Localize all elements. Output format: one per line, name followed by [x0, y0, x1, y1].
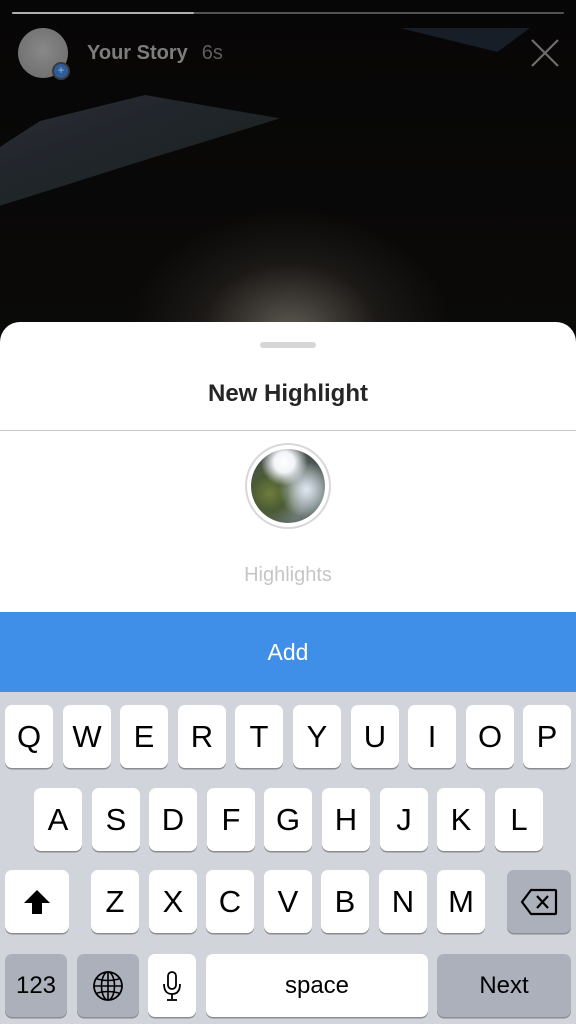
key-z[interactable]: Z: [91, 870, 139, 933]
key-t[interactable]: T: [235, 705, 283, 768]
microphone-icon: [163, 970, 181, 1001]
key-k[interactable]: K: [437, 788, 485, 851]
sheet-title: New Highlight: [208, 380, 368, 407]
space-key[interactable]: space: [206, 954, 428, 1017]
highlight-name-input[interactable]: [138, 560, 438, 590]
key-x[interactable]: X: [149, 870, 197, 933]
story-photo-detail: [400, 28, 530, 52]
sheet-grabber-handle[interactable]: [260, 342, 316, 348]
divider: [0, 430, 576, 431]
microphone-key[interactable]: [148, 954, 196, 1017]
close-button[interactable]: [528, 36, 562, 70]
key-p[interactable]: P: [523, 705, 571, 768]
key-c[interactable]: C: [206, 870, 254, 933]
shift-key[interactable]: [5, 870, 69, 933]
key-j[interactable]: J: [380, 788, 428, 851]
story-timestamp: 6s: [201, 41, 223, 64]
story-header: + Your Story 6s: [18, 28, 223, 80]
shift-icon: [24, 889, 50, 914]
highlight-cover-button[interactable]: [245, 443, 331, 529]
key-o[interactable]: O: [466, 705, 514, 768]
key-l[interactable]: L: [495, 788, 543, 851]
plus-icon: +: [52, 62, 70, 80]
key-h[interactable]: H: [322, 788, 370, 851]
story-progress-bar: [12, 12, 564, 14]
key-m[interactable]: M: [437, 870, 485, 933]
delete-key[interactable]: [507, 870, 571, 933]
key-e[interactable]: E: [120, 705, 168, 768]
story-progress-fill: [12, 12, 195, 14]
key-b[interactable]: B: [321, 870, 369, 933]
keyboard: 123 space Next QWERTYUIOP ASDFGHJKL ZXCVBN…: [0, 692, 576, 1024]
story-photo-detail: [0, 95, 280, 212]
globe-icon: [93, 970, 123, 1001]
avatar[interactable]: +: [18, 28, 70, 80]
key-f[interactable]: F: [207, 788, 255, 851]
highlight-cover-image: [251, 449, 325, 523]
new-highlight-sheet: New Highlight: [0, 322, 576, 612]
add-button[interactable]: Add: [0, 612, 576, 692]
globe-key[interactable]: [77, 954, 139, 1017]
key-d[interactable]: D: [149, 788, 197, 851]
key-v[interactable]: V: [264, 870, 312, 933]
next-key-label: Next: [479, 971, 529, 999]
numbers-key-label: 123: [15, 971, 57, 999]
key-s[interactable]: S: [92, 788, 140, 851]
story-username[interactable]: Your Story: [87, 42, 188, 65]
key-i[interactable]: I: [408, 705, 456, 768]
next-key[interactable]: Next: [437, 954, 571, 1017]
key-y[interactable]: Y: [293, 705, 341, 768]
numbers-key[interactable]: 123: [5, 954, 67, 1017]
space-key-label: space: [284, 971, 350, 999]
key-w[interactable]: W: [63, 705, 111, 768]
key-r[interactable]: R: [178, 705, 226, 768]
key-n[interactable]: N: [379, 870, 427, 933]
backspace-icon: [520, 888, 558, 915]
key-g[interactable]: G: [264, 788, 312, 851]
key-u[interactable]: U: [351, 705, 399, 768]
close-icon: [531, 39, 559, 67]
key-a[interactable]: A: [34, 788, 82, 851]
key-q[interactable]: Q: [5, 705, 53, 768]
